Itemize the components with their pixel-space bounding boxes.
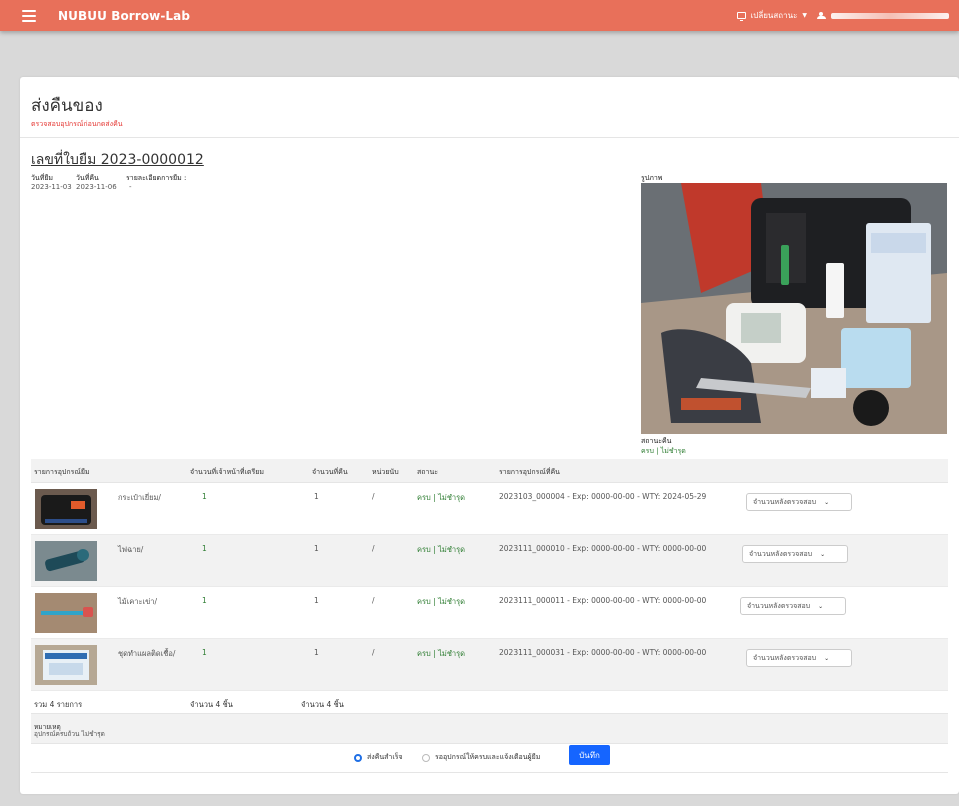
prepared-qty: 1: [202, 544, 207, 553]
table-header: รายการอุปกรณ์ยืม จำนวนที่เจ้าหน้าที่เตรี…: [31, 459, 948, 483]
item-thumbnail-bag: [35, 489, 97, 529]
divider: [31, 772, 948, 773]
top-navbar: NUBUU Borrow-Lab เปลี่ยนสถานะ ▼: [0, 0, 959, 31]
radio-unselected-icon: [422, 753, 430, 762]
col-return-items: รายการอุปกรณ์ที่คืน: [499, 468, 560, 476]
unit: /: [372, 544, 375, 553]
radio-wait-complete[interactable]: รออุปกรณ์ให้ครบและแจ้งเตือนผู้ยืม: [422, 752, 540, 763]
monitor-icon: [736, 12, 746, 21]
prepared-qty: 1: [202, 596, 207, 605]
divider: [20, 137, 959, 138]
item-thumbnail-dressing-set: [35, 645, 97, 685]
app-brand[interactable]: NUBUU Borrow-Lab: [58, 9, 190, 23]
returned-qty: 1: [314, 648, 319, 657]
items-table: รายการอุปกรณ์ยืม จำนวนที่เจ้าหน้าที่เตรี…: [31, 459, 948, 744]
page-title: ส่งคืนของ: [31, 96, 103, 116]
detail-label: รายละเอียดการยืม :: [126, 174, 187, 182]
note-value: อุปกรณ์ครบถ้วน ไม่ชำรุด: [34, 730, 105, 738]
total-items: รวม 4 รายการ: [34, 700, 83, 709]
select-value: จำนวนหลังตรวจสอบ: [749, 549, 813, 558]
action-bar: ส่งคืนสำเร็จ รออุปกรณ์ให้ครบและแจ้งเตือน…: [20, 745, 959, 769]
col-returned: จำนวนที่คืน: [312, 468, 348, 476]
return-status-value: ครบ | ไม่ชำรุด: [641, 447, 686, 455]
table-row: กระเป๋าเยี่ยม/ 1 1 / ครบ | ไม่ชำรุด 2023…: [31, 483, 948, 535]
col-unit: หน่วยนับ: [372, 468, 399, 476]
radio-selected-icon: [354, 753, 362, 762]
save-button[interactable]: บันทึก: [569, 745, 610, 765]
table-row: ไฟฉาย/ 1 1 / ครบ | ไม่ชำรุด 2023111_0000…: [31, 535, 948, 587]
item-thumbnail-reflex-hammer: [35, 593, 97, 633]
item-name: ชุดทำแผลติดเชื้อ/: [118, 649, 176, 658]
page-subtitle: ตรวจสอบอุปกรณ์ก่อนกดส่งคืน: [31, 120, 123, 128]
radio-return-success[interactable]: ส่งคืนสำเร็จ: [354, 752, 403, 763]
radio-wait-label: รออุปกรณ์ให้ครบและแจ้งเตือนผู้ยืม: [435, 753, 541, 761]
return-item-detail: 2023111_000031 - Exp: 0000-00-00 - WTY: …: [499, 648, 707, 657]
col-status: สถานะ: [417, 468, 438, 476]
borrow-date: 2023-11-03: [31, 183, 72, 191]
returned-qty: 1: [314, 596, 319, 605]
col-prepared: จำนวนที่เจ้าหน้าที่เตรียม: [190, 468, 264, 476]
item-name: กระเป๋าเยี่ยม/: [118, 493, 161, 502]
user-name-redacted: [831, 12, 949, 19]
item-name: ไฟฉาย/: [118, 545, 144, 554]
qty-after-check-select[interactable]: จำนวนหลังตรวจสอบ ⌄: [740, 597, 846, 615]
unit: /: [372, 492, 375, 501]
table-footer: รวม 4 รายการ จำนวน 4 ชิ้น จำนวน 4 ชิ้น: [31, 691, 948, 714]
unit: /: [372, 648, 375, 657]
radio-success-label: ส่งคืนสำเร็จ: [367, 753, 403, 761]
status-link[interactable]: ครบ | ไม่ชำรุด: [417, 648, 465, 660]
returned-qty: 1: [314, 544, 319, 553]
note-row: หมายเหตุ อุปกรณ์ครบถ้วน ไม่ชำรุด: [31, 714, 948, 744]
user-menu[interactable]: [817, 12, 949, 19]
status-link[interactable]: ครบ | ไม่ชำรุด: [417, 492, 465, 504]
return-date: 2023-11-06: [76, 183, 117, 191]
total-prepared: จำนวน 4 ชิ้น: [190, 700, 233, 709]
user-icon: [817, 12, 826, 19]
return-item-detail: 2023111_000010 - Exp: 0000-00-00 - WTY: …: [499, 544, 707, 553]
unit: /: [372, 596, 375, 605]
select-value: จำนวนหลังตรวจสอบ: [747, 601, 811, 610]
qty-after-check-select[interactable]: จำนวนหลังตรวจสอบ ⌄: [746, 649, 852, 667]
detail-value: -: [129, 183, 132, 191]
return-item-detail: 2023111_000011 - Exp: 0000-00-00 - WTY: …: [499, 596, 707, 605]
item-name: ไม้เคาะเข่า/: [118, 597, 157, 606]
return-item-detail: 2023103_000004 - Exp: 0000-00-00 - WTY: …: [499, 492, 707, 501]
table-row: ชุดทำแผลติดเชื้อ/ 1 1 / ครบ | ไม่ชำรุด 2…: [31, 639, 948, 691]
total-returned: จำนวน 4 ชิ้น: [301, 700, 344, 709]
status-link[interactable]: ครบ | ไม่ชำรุด: [417, 596, 465, 608]
select-value: จำนวนหลังตรวจสอบ: [753, 497, 817, 506]
item-thumbnail-flashlight: [35, 541, 97, 581]
chevron-down-icon: ⌄: [820, 550, 826, 558]
chevron-down-icon: ⌄: [824, 654, 830, 662]
table-row: ไม้เคาะเข่า/ 1 1 / ครบ | ไม่ชำรุด 202311…: [31, 587, 948, 639]
chevron-down-icon: ▼: [802, 12, 807, 19]
qty-after-check-select[interactable]: จำนวนหลังตรวจสอบ ⌄: [746, 493, 852, 511]
return-card: ส่งคืนของ ตรวจสอบอุปกรณ์ก่อนกดส่งคืน เลข…: [20, 77, 959, 794]
status-dropdown[interactable]: เปลี่ยนสถานะ ▼: [736, 9, 807, 22]
col-item: รายการอุปกรณ์ยืม: [34, 468, 90, 476]
chevron-down-icon: ⌄: [818, 602, 824, 610]
document-number: เลขที่ใบยืม 2023-0000012: [31, 152, 204, 168]
qty-after-check-select[interactable]: จำนวนหลังตรวจสอบ ⌄: [742, 545, 848, 563]
select-value: จำนวนหลังตรวจสอบ: [753, 653, 817, 662]
chevron-down-icon: ⌄: [824, 498, 830, 506]
menu-icon[interactable]: [22, 9, 36, 22]
prepared-qty: 1: [202, 492, 207, 501]
status-menu-label: เปลี่ยนสถานะ: [750, 11, 798, 20]
returned-qty: 1: [314, 492, 319, 501]
prepared-qty: 1: [202, 648, 207, 657]
returned-items-photo: [641, 183, 947, 434]
status-link[interactable]: ครบ | ไม่ชำรุด: [417, 544, 465, 556]
